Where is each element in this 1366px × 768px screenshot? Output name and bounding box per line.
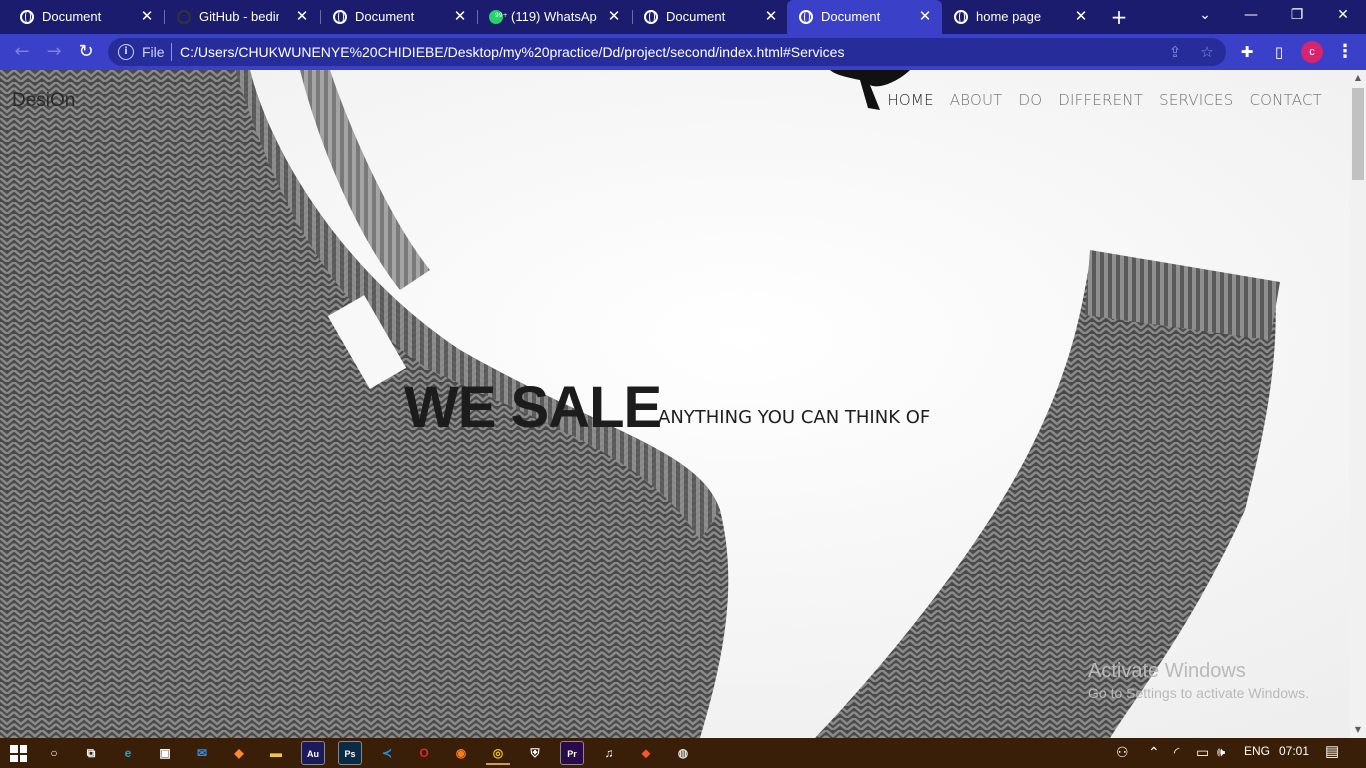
- minimize-button[interactable]: —: [1228, 0, 1274, 34]
- globe-icon: [644, 10, 658, 24]
- browser-tab-strip: Document ✕ GitHub - bedimc ✕ Document ✕ …: [0, 0, 1366, 34]
- tab-document-1[interactable]: Document ✕: [8, 0, 164, 34]
- mail-icon[interactable]: ✉: [190, 741, 214, 765]
- audition-icon[interactable]: Au: [301, 741, 325, 765]
- activate-windows-watermark: Activate Windows Go to Settings to activ…: [1088, 660, 1309, 701]
- hero-headline: WE SALE: [404, 375, 662, 440]
- tab-home-page[interactable]: home page ✕: [942, 0, 1098, 34]
- scroll-up-icon[interactable]: ▲: [1350, 70, 1366, 86]
- windows-taskbar: ○ ⧉ e ▣ ✉ ◆ ▬ Au Ps ≺ O ◉ ◎ ⛨ Pr ♫ ⬥ ◍ ⚇ ⌃ ◜ ▭ 🕪 ENG 07:0…: [0, 738, 1366, 768]
- tab-document-active[interactable]: Document ✕: [787, 0, 942, 34]
- whatsapp-badge: 99+: [495, 12, 508, 19]
- reload-button[interactable]: ↻: [74, 40, 98, 64]
- share-icon[interactable]: ⇪: [1166, 43, 1184, 61]
- whatsapp-icon: 99+: [489, 10, 508, 24]
- nav-different[interactable]: DIFFERENT: [1050, 91, 1151, 109]
- nav-contact[interactable]: CONTACT: [1241, 91, 1330, 109]
- tab-document-2[interactable]: Document ✕: [321, 0, 477, 34]
- address-bar[interactable]: i File C:/Users/CHUKWUNENYE%20CHIDIEBE/D…: [108, 38, 1226, 66]
- photoshop-icon[interactable]: Ps: [338, 741, 362, 765]
- url-text[interactable]: C:/Users/CHUKWUNENYE%20CHIDIEBE/Desktop/…: [180, 44, 844, 60]
- opera-icon[interactable]: O: [412, 741, 436, 765]
- site-nav: HOME ABOUT DO DIFFERENT SERVICES CONTACT: [879, 91, 1330, 109]
- tab-github[interactable]: GitHub - bedimc ✕: [165, 0, 319, 34]
- tab-title: home page: [976, 9, 1042, 24]
- address-divider: [171, 43, 172, 61]
- tab-title: Document: [42, 9, 102, 24]
- task-view-icon[interactable]: ⧉: [79, 741, 103, 765]
- side-panel-icon[interactable]: ▯: [1269, 42, 1289, 62]
- watermark-title: Activate Windows: [1088, 660, 1246, 682]
- chrome-icon[interactable]: ◎: [486, 741, 510, 765]
- volume-icon[interactable]: 🕪: [1217, 744, 1225, 760]
- edge-icon[interactable]: e: [116, 741, 140, 765]
- site-logo[interactable]: DesiOn: [12, 90, 75, 112]
- premiere-icon[interactable]: Pr: [560, 741, 584, 765]
- close-icon[interactable]: ✕: [607, 8, 621, 24]
- nav-home[interactable]: HOME: [879, 91, 941, 109]
- close-icon[interactable]: ✕: [140, 8, 154, 24]
- screen: Document ✕ GitHub - bedimc ✕ Document ✕ …: [0, 0, 1366, 768]
- back-button[interactable]: ←: [10, 40, 34, 64]
- close-icon[interactable]: ✕: [1074, 8, 1088, 24]
- vscode-icon[interactable]: ≺: [375, 741, 399, 765]
- close-icon[interactable]: ✕: [295, 8, 309, 24]
- close-icon[interactable]: ✕: [764, 8, 778, 24]
- hero-subheadline: ANYTHING YOU CAN THINK OF: [658, 407, 931, 428]
- tab-title: Document: [666, 9, 726, 24]
- restore-button[interactable]: ❐: [1274, 0, 1320, 34]
- github-icon: [177, 10, 191, 24]
- search-icon[interactable]: ○: [42, 741, 66, 765]
- extensions-icon[interactable]: ✚: [1237, 42, 1257, 62]
- hero-background-image: [0, 70, 1350, 738]
- tray-chevron-icon[interactable]: ⌃: [1148, 744, 1160, 761]
- forward-button[interactable]: →: [42, 40, 66, 64]
- firefox-icon[interactable]: ◉: [449, 741, 473, 765]
- close-icon[interactable]: ✕: [453, 8, 467, 24]
- security-icon[interactable]: ⛨: [523, 741, 547, 765]
- nav-do[interactable]: DO: [1011, 91, 1051, 109]
- ms-office-icon[interactable]: ◆: [227, 741, 251, 765]
- globe-icon: [20, 10, 34, 24]
- nav-services[interactable]: SERVICES: [1151, 91, 1241, 109]
- watermark-subtitle: Go to Settings to activate Windows.: [1088, 685, 1309, 701]
- itunes-icon[interactable]: ♫: [597, 741, 621, 765]
- scroll-thumb[interactable]: [1352, 88, 1364, 180]
- network-icon[interactable]: ◜: [1174, 744, 1179, 761]
- globe-icon: [954, 10, 968, 24]
- tab-title: Document: [821, 9, 881, 24]
- notifications-icon[interactable]: ▤: [1325, 742, 1339, 760]
- store-icon[interactable]: ▣: [153, 741, 177, 765]
- tab-whatsapp[interactable]: 99+ (119) WhatsApp ✕: [477, 0, 631, 34]
- battery-icon[interactable]: ▭: [1196, 744, 1209, 761]
- page-scrollbar[interactable]: ▲ ▼: [1350, 70, 1366, 738]
- language-indicator[interactable]: ENG: [1244, 744, 1270, 758]
- git-icon[interactable]: ⬥: [634, 741, 658, 765]
- scroll-down-icon[interactable]: ▼: [1350, 722, 1366, 738]
- tab-title: Document: [355, 9, 415, 24]
- info-icon[interactable]: i: [118, 44, 134, 60]
- url-scheme-label: File: [142, 44, 165, 60]
- new-tab-button[interactable]: +: [1108, 6, 1130, 28]
- tab-search-button[interactable]: ⌄: [1182, 0, 1228, 34]
- bookmark-star-icon[interactable]: ☆: [1198, 43, 1216, 61]
- profile-avatar[interactable]: c: [1301, 41, 1323, 63]
- close-window-button[interactable]: ✕: [1320, 0, 1366, 34]
- people-icon[interactable]: ⚇: [1116, 744, 1129, 761]
- globe-icon: [333, 10, 347, 24]
- tab-document-3[interactable]: Document ✕: [632, 0, 788, 34]
- media-icon[interactable]: ◍: [671, 741, 695, 765]
- file-explorer-icon[interactable]: ▬: [264, 741, 288, 765]
- tab-title: (119) WhatsApp: [511, 9, 597, 24]
- clock[interactable]: 07:01: [1279, 744, 1309, 758]
- start-windows-icon[interactable]: [10, 745, 27, 762]
- browser-menu-icon[interactable]: ⋮: [1336, 40, 1354, 64]
- nav-about[interactable]: ABOUT: [942, 91, 1011, 109]
- close-icon[interactable]: ✕: [918, 8, 932, 24]
- tab-title: GitHub - bedimc: [199, 9, 279, 24]
- globe-icon: [799, 10, 813, 24]
- browser-toolbar: ← → ↻ i File C:/Users/CHUKWUNENYE%20CHID…: [0, 34, 1366, 70]
- page-viewport: DesiOn HOME ABOUT DO DIFFERENT SERVICES …: [0, 70, 1350, 738]
